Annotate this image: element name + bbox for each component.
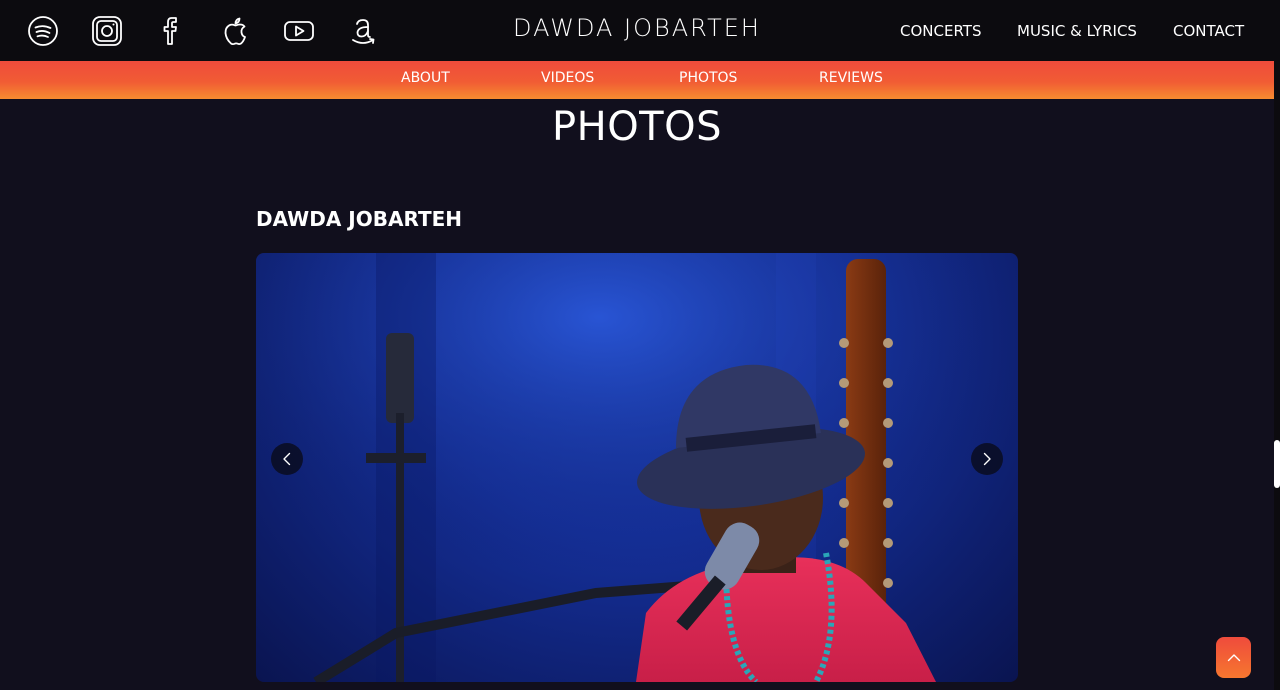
page-title: PHOTOS	[552, 104, 722, 150]
amazon-icon[interactable]	[347, 15, 379, 47]
gallery-next-button[interactable]	[971, 443, 1003, 475]
photo-gallery	[256, 253, 1018, 682]
scrollbar-thumb[interactable]	[1274, 440, 1280, 488]
section-title: DAWDA JOBARTEH	[256, 207, 462, 231]
nav-item-music-lyrics[interactable]: MUSIC & LYRICS	[1017, 22, 1137, 40]
gallery-photo	[256, 253, 1018, 682]
scrollbar-track[interactable]	[1274, 0, 1280, 690]
instagram-icon[interactable]	[91, 15, 123, 47]
chevron-left-icon	[283, 452, 291, 466]
apple-icon[interactable]	[219, 15, 251, 47]
nav-item-contact[interactable]: CONTACT	[1173, 22, 1244, 40]
top-header: DAWDA JOBARTEH CONCERTS MUSIC & LYRICS C…	[0, 0, 1274, 61]
subnav-item-videos[interactable]: VIDEOS	[541, 70, 594, 86]
nav-item-concerts[interactable]: CONCERTS	[900, 22, 981, 40]
sub-nav: ABOUT VIDEOS PHOTOS REVIEWS	[0, 61, 1274, 99]
site-logo[interactable]: DAWDA JOBARTEH	[440, 14, 834, 42]
chevron-right-icon	[983, 452, 991, 466]
gallery-prev-button[interactable]	[271, 443, 303, 475]
subnav-item-reviews[interactable]: REVIEWS	[819, 70, 883, 86]
back-to-top-button[interactable]	[1216, 637, 1251, 678]
spotify-icon[interactable]	[27, 15, 59, 47]
facebook-icon[interactable]	[155, 15, 187, 47]
subnav-item-photos[interactable]: PHOTOS	[679, 70, 737, 86]
youtube-icon[interactable]	[283, 15, 315, 47]
page: DAWDA JOBARTEH CONCERTS MUSIC & LYRICS C…	[0, 0, 1280, 690]
chevron-up-icon	[1227, 653, 1240, 661]
social-links	[27, 15, 379, 47]
subnav-item-about[interactable]: ABOUT	[401, 70, 450, 86]
